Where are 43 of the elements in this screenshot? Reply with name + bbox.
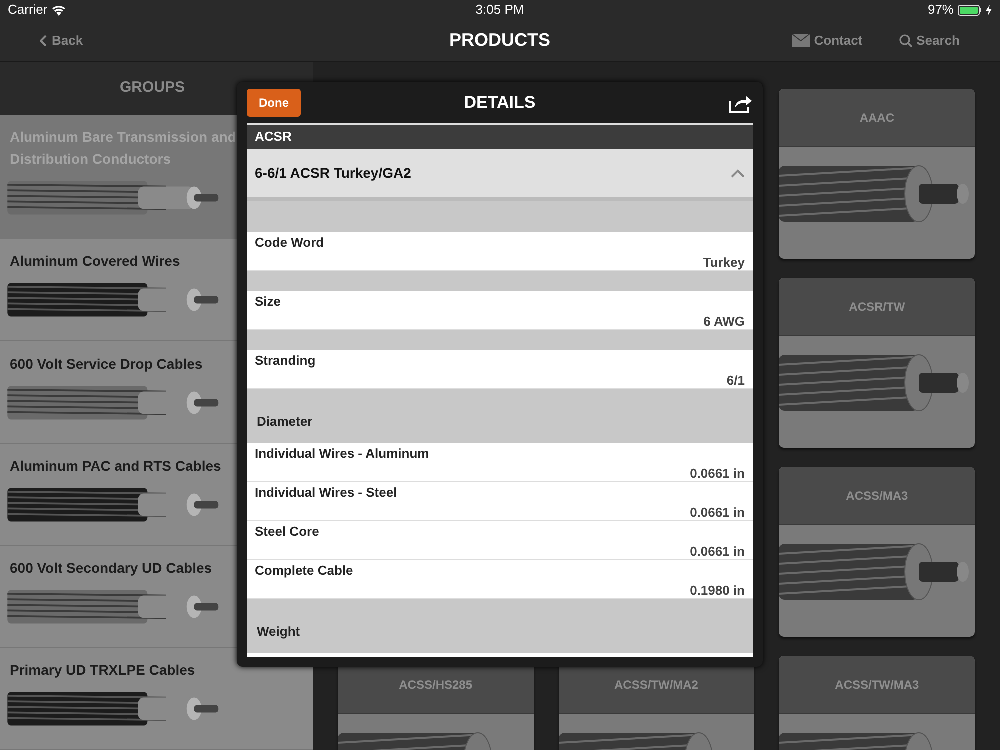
back-button[interactable]: Back [40,30,84,50]
battery-icon [958,4,982,16]
field-value: 0.0661 in [690,464,745,482]
section-heading: Diameter [257,412,313,430]
groups-heading: GROUPS [120,78,185,98]
clock: 3:05 PM [474,1,526,20]
product-card[interactable]: AAAC [779,89,975,259]
field-value: Turkey [703,254,745,272]
page-title: PRODUCTS [450,29,551,52]
product-name: ACSS/HS285 [399,676,473,694]
group-label: 600 Volt Secondary UD Cables [9,558,214,578]
group-label: Primary UD TRXLPE Cables [9,661,196,680]
product-card[interactable]: ACSS/MA3 [779,467,975,637]
search-icon [898,34,913,48]
product-name: ACSS/TW/MA2 [614,676,698,694]
family-heading: ACSR [255,128,292,146]
field-value: 6/1 [726,372,745,390]
done-button[interactable]: Done [247,88,301,116]
dialog-title: DETAILS [464,92,536,114]
field-value: 0.0661 in [690,504,745,522]
field-value: 0.0661 in [690,542,745,560]
wifi-icon [52,4,66,16]
product-name: ACSR/TW [849,298,906,316]
group-label: Aluminum PAC and RTS Cables [9,456,222,476]
field-value: 6 AWG [704,312,745,330]
contact-button[interactable]: Contact [792,30,863,50]
product-header[interactable]: 6-6/1 ACSR Turkey/GA2 [247,149,753,201]
product-card[interactable]: ACSS/TW/MA3 [779,656,975,750]
battery-percentage: 97% [928,1,954,20]
product-name: ACSS/MA3 [846,488,908,504]
search-button[interactable]: Search [898,30,960,50]
carrier-label: Carrier [8,1,48,20]
chevron-left-icon [40,34,48,46]
product-name: ACSS/TW/MA3 [835,676,920,694]
group-label: Aluminum Covered Wires [9,252,182,272]
group-label: 600 Volt Service Drop Cables [9,354,204,374]
field-label: Size [255,293,282,311]
envelope-icon [792,34,810,47]
field-label: Stranding [255,352,316,370]
field-value: 0.1980 in [690,582,745,600]
product-card[interactable]: ACSR/TW [779,278,975,448]
section-heading: Weight [257,622,300,641]
product-name: AAAC [860,110,894,126]
